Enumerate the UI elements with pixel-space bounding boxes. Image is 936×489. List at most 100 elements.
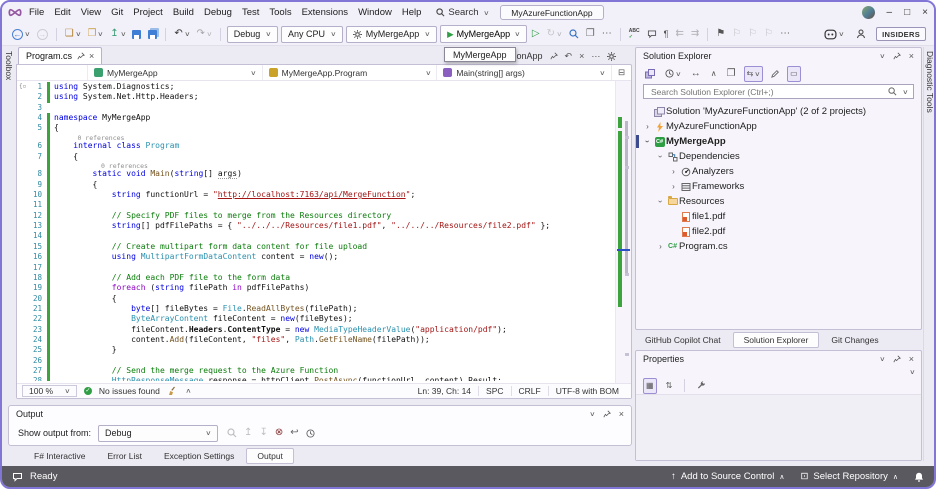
find-in-files-icon[interactable] xyxy=(567,26,581,42)
undo-icon[interactable]: ↶ ∨ xyxy=(172,26,191,42)
code-line[interactable]: 20 { xyxy=(17,293,615,304)
tree-item-frameworks[interactable]: › Frameworks xyxy=(636,179,921,194)
toolbox-tab[interactable]: Toolbox xyxy=(2,47,16,157)
codelens-row[interactable]: 0 references xyxy=(17,161,615,170)
tree-item-file2-pdf[interactable]: file2.pdf xyxy=(636,224,921,239)
code-line[interactable]: 10 string functionUrl = "http://localhos… xyxy=(17,190,615,201)
chevron-expanded-icon[interactable]: › xyxy=(655,197,666,206)
code-line[interactable]: 16 using MultipartFormDataContent conten… xyxy=(17,252,615,263)
se-copy-icon[interactable]: ❐ xyxy=(725,66,738,82)
close-icon[interactable]: × xyxy=(909,51,914,61)
chevron-expanded-icon[interactable]: › xyxy=(655,152,666,161)
nav-forward-icon[interactable]: → xyxy=(35,26,50,42)
notifications-bell-icon[interactable] xyxy=(914,472,924,482)
solution-search-box[interactable]: ∨ xyxy=(643,84,914,99)
code-line[interactable]: 7 { xyxy=(17,151,615,162)
breadcrumb-project[interactable]: MyMergeApp ∨ xyxy=(87,65,262,80)
indent-decrease-icon[interactable]: ⇇ xyxy=(673,26,685,42)
code-line[interactable]: 14 xyxy=(17,231,615,242)
se-switch-icon[interactable]: ↔ xyxy=(689,66,703,82)
codelens-row[interactable]: 0 references xyxy=(17,133,615,141)
hot-reload-icon[interactable]: ↻ ∨ xyxy=(545,26,564,42)
menu-project[interactable]: Project xyxy=(128,6,168,19)
open-file-icon[interactable]: ❐ ∨ xyxy=(86,26,106,42)
code-line[interactable]: 15 // Create multipart form data content… xyxy=(17,241,615,253)
se-preview-icon[interactable]: ▭ xyxy=(787,65,801,82)
menu-tools[interactable]: Tools xyxy=(264,6,296,19)
new-project-icon[interactable]: ❏ ∨ xyxy=(63,26,83,42)
object-dropdown[interactable]: ∨ xyxy=(636,367,921,377)
chevron-expanded-icon[interactable]: › xyxy=(642,137,653,146)
code-line[interactable]: 3 xyxy=(17,103,615,113)
encoding-indicator[interactable]: UTF-8 with BOM xyxy=(547,386,626,396)
add-to-source-control-button[interactable]: ↑ Add to Source Control ∧ xyxy=(671,471,784,482)
close-icon[interactable]: × xyxy=(619,409,624,419)
code-line[interactable]: 23 fileContent.Headers.ContentType = new… xyxy=(17,324,615,335)
search-control[interactable]: Search ∨ xyxy=(436,7,489,18)
tab-output[interactable]: Output xyxy=(246,448,294,464)
chevron-down-icon[interactable]: ∨ xyxy=(879,52,885,60)
code-line[interactable]: 28 HttpResponseMessage response = httpCl… xyxy=(17,376,615,381)
close-icon[interactable]: × xyxy=(89,51,94,61)
se-edit-icon[interactable] xyxy=(769,66,781,82)
pin-icon[interactable] xyxy=(77,52,85,60)
se-home-icon[interactable] xyxy=(643,66,657,82)
chevron-down-icon[interactable]: ∨ xyxy=(879,355,885,363)
solution-name-box[interactable]: MyAzureFunctionApp xyxy=(500,5,604,20)
prop-categorized-icon[interactable]: ▦ xyxy=(643,377,657,394)
menu-window[interactable]: Window xyxy=(353,6,397,19)
code-line[interactable]: 24 content.Add(fileContent, "files", Pat… xyxy=(17,334,615,346)
spell-check-icon[interactable]: ABC ✓ xyxy=(627,26,642,42)
user-avatar[interactable] xyxy=(861,6,875,19)
output-source-dropdown[interactable]: Debug ∨ xyxy=(98,424,219,442)
menu-help[interactable]: Help xyxy=(397,6,427,19)
pin-icon[interactable] xyxy=(893,52,901,60)
close-icon[interactable]: × xyxy=(909,354,914,364)
more-icon[interactable]: ⋯ xyxy=(778,26,792,42)
nav-back-icon[interactable]: ← ∨ xyxy=(10,26,32,42)
cursor-position[interactable]: Ln: 39, Ch: 14 xyxy=(411,386,478,396)
tree-item-program-cs[interactable]: › C# Program.cs xyxy=(636,239,921,254)
tree-item-mymergeapp[interactable]: › C# MyMergeApp xyxy=(636,134,921,149)
code-cleanup-icon[interactable] xyxy=(167,386,177,396)
menu-edit[interactable]: Edit xyxy=(49,6,75,19)
output-wrap-icon[interactable]: ↩ xyxy=(288,425,300,441)
tree-item-solution-myazurefunctionapp-2-of-2-projects[interactable]: Solution 'MyAzureFunctionApp' (2 of 2 pr… xyxy=(636,104,921,119)
feedback-icon[interactable] xyxy=(12,472,23,482)
window-layout-icon[interactable]: ❐ xyxy=(584,26,597,42)
code-line[interactable]: 19 foreach (string filePath in pdfFilePa… xyxy=(17,283,615,294)
code-line[interactable]: 17 xyxy=(17,262,615,273)
redo-icon[interactable]: ↷ ∨ xyxy=(195,26,214,42)
code-line[interactable]: 1 using System.Diagnostics; xyxy=(17,82,615,93)
tree-item-myazurefunctionapp[interactable]: › MyAzureFunctionApp xyxy=(636,119,921,134)
tree-item-analyzers[interactable]: › Analyzers xyxy=(636,164,921,179)
pin-icon[interactable] xyxy=(893,355,901,363)
undock-icon[interactable]: ↶ xyxy=(565,51,573,62)
se-collapse-all-icon[interactable]: ∧ xyxy=(709,66,719,82)
line-ending-indicator[interactable]: CRLF xyxy=(510,386,548,396)
zoom-dropdown[interactable]: 100 % ∨ xyxy=(22,385,77,397)
indent-increase-icon[interactable]: ⇉ xyxy=(689,26,701,42)
bookmark-next-icon[interactable]: ⚐ xyxy=(746,26,759,42)
menu-test[interactable]: Test xyxy=(237,6,264,19)
tab-exception-settings[interactable]: Exception Settings xyxy=(154,448,244,464)
code-line[interactable]: 25 } xyxy=(17,345,615,356)
output-prev-icon[interactable]: ↥ xyxy=(242,425,254,441)
code-line[interactable]: 4 namespace MyMergeApp xyxy=(17,113,615,124)
code-line[interactable]: 13 string[] pdfFilePaths = { "../../../R… xyxy=(17,221,615,232)
close-button[interactable]: × xyxy=(922,7,928,18)
code-line[interactable]: 2 using System.Net.Http.Headers; xyxy=(17,92,615,103)
scrollbar-thumb[interactable] xyxy=(625,121,628,276)
code-line[interactable]: 6 internal class Program xyxy=(17,141,615,152)
close-icon[interactable]: × xyxy=(579,51,584,61)
prop-alphabetical-icon[interactable]: ⇅ xyxy=(664,378,675,394)
code-line[interactable]: 21 byte[] fileBytes = File.ReadAllBytes(… xyxy=(17,303,615,315)
spaces-indicator[interactable]: SPC xyxy=(478,386,510,396)
pin-icon[interactable] xyxy=(549,52,558,60)
output-clear-icon[interactable]: ⊗ xyxy=(273,425,285,441)
menu-git[interactable]: Git xyxy=(106,6,128,19)
breadcrumb-member[interactable]: Main(string[] args) ∨ xyxy=(436,65,611,80)
tab-program-cs[interactable]: Program.cs × xyxy=(18,47,103,64)
publish-icon[interactable]: ↥ ∨ xyxy=(108,26,127,42)
chevron-collapsed-icon[interactable]: › xyxy=(655,242,666,251)
